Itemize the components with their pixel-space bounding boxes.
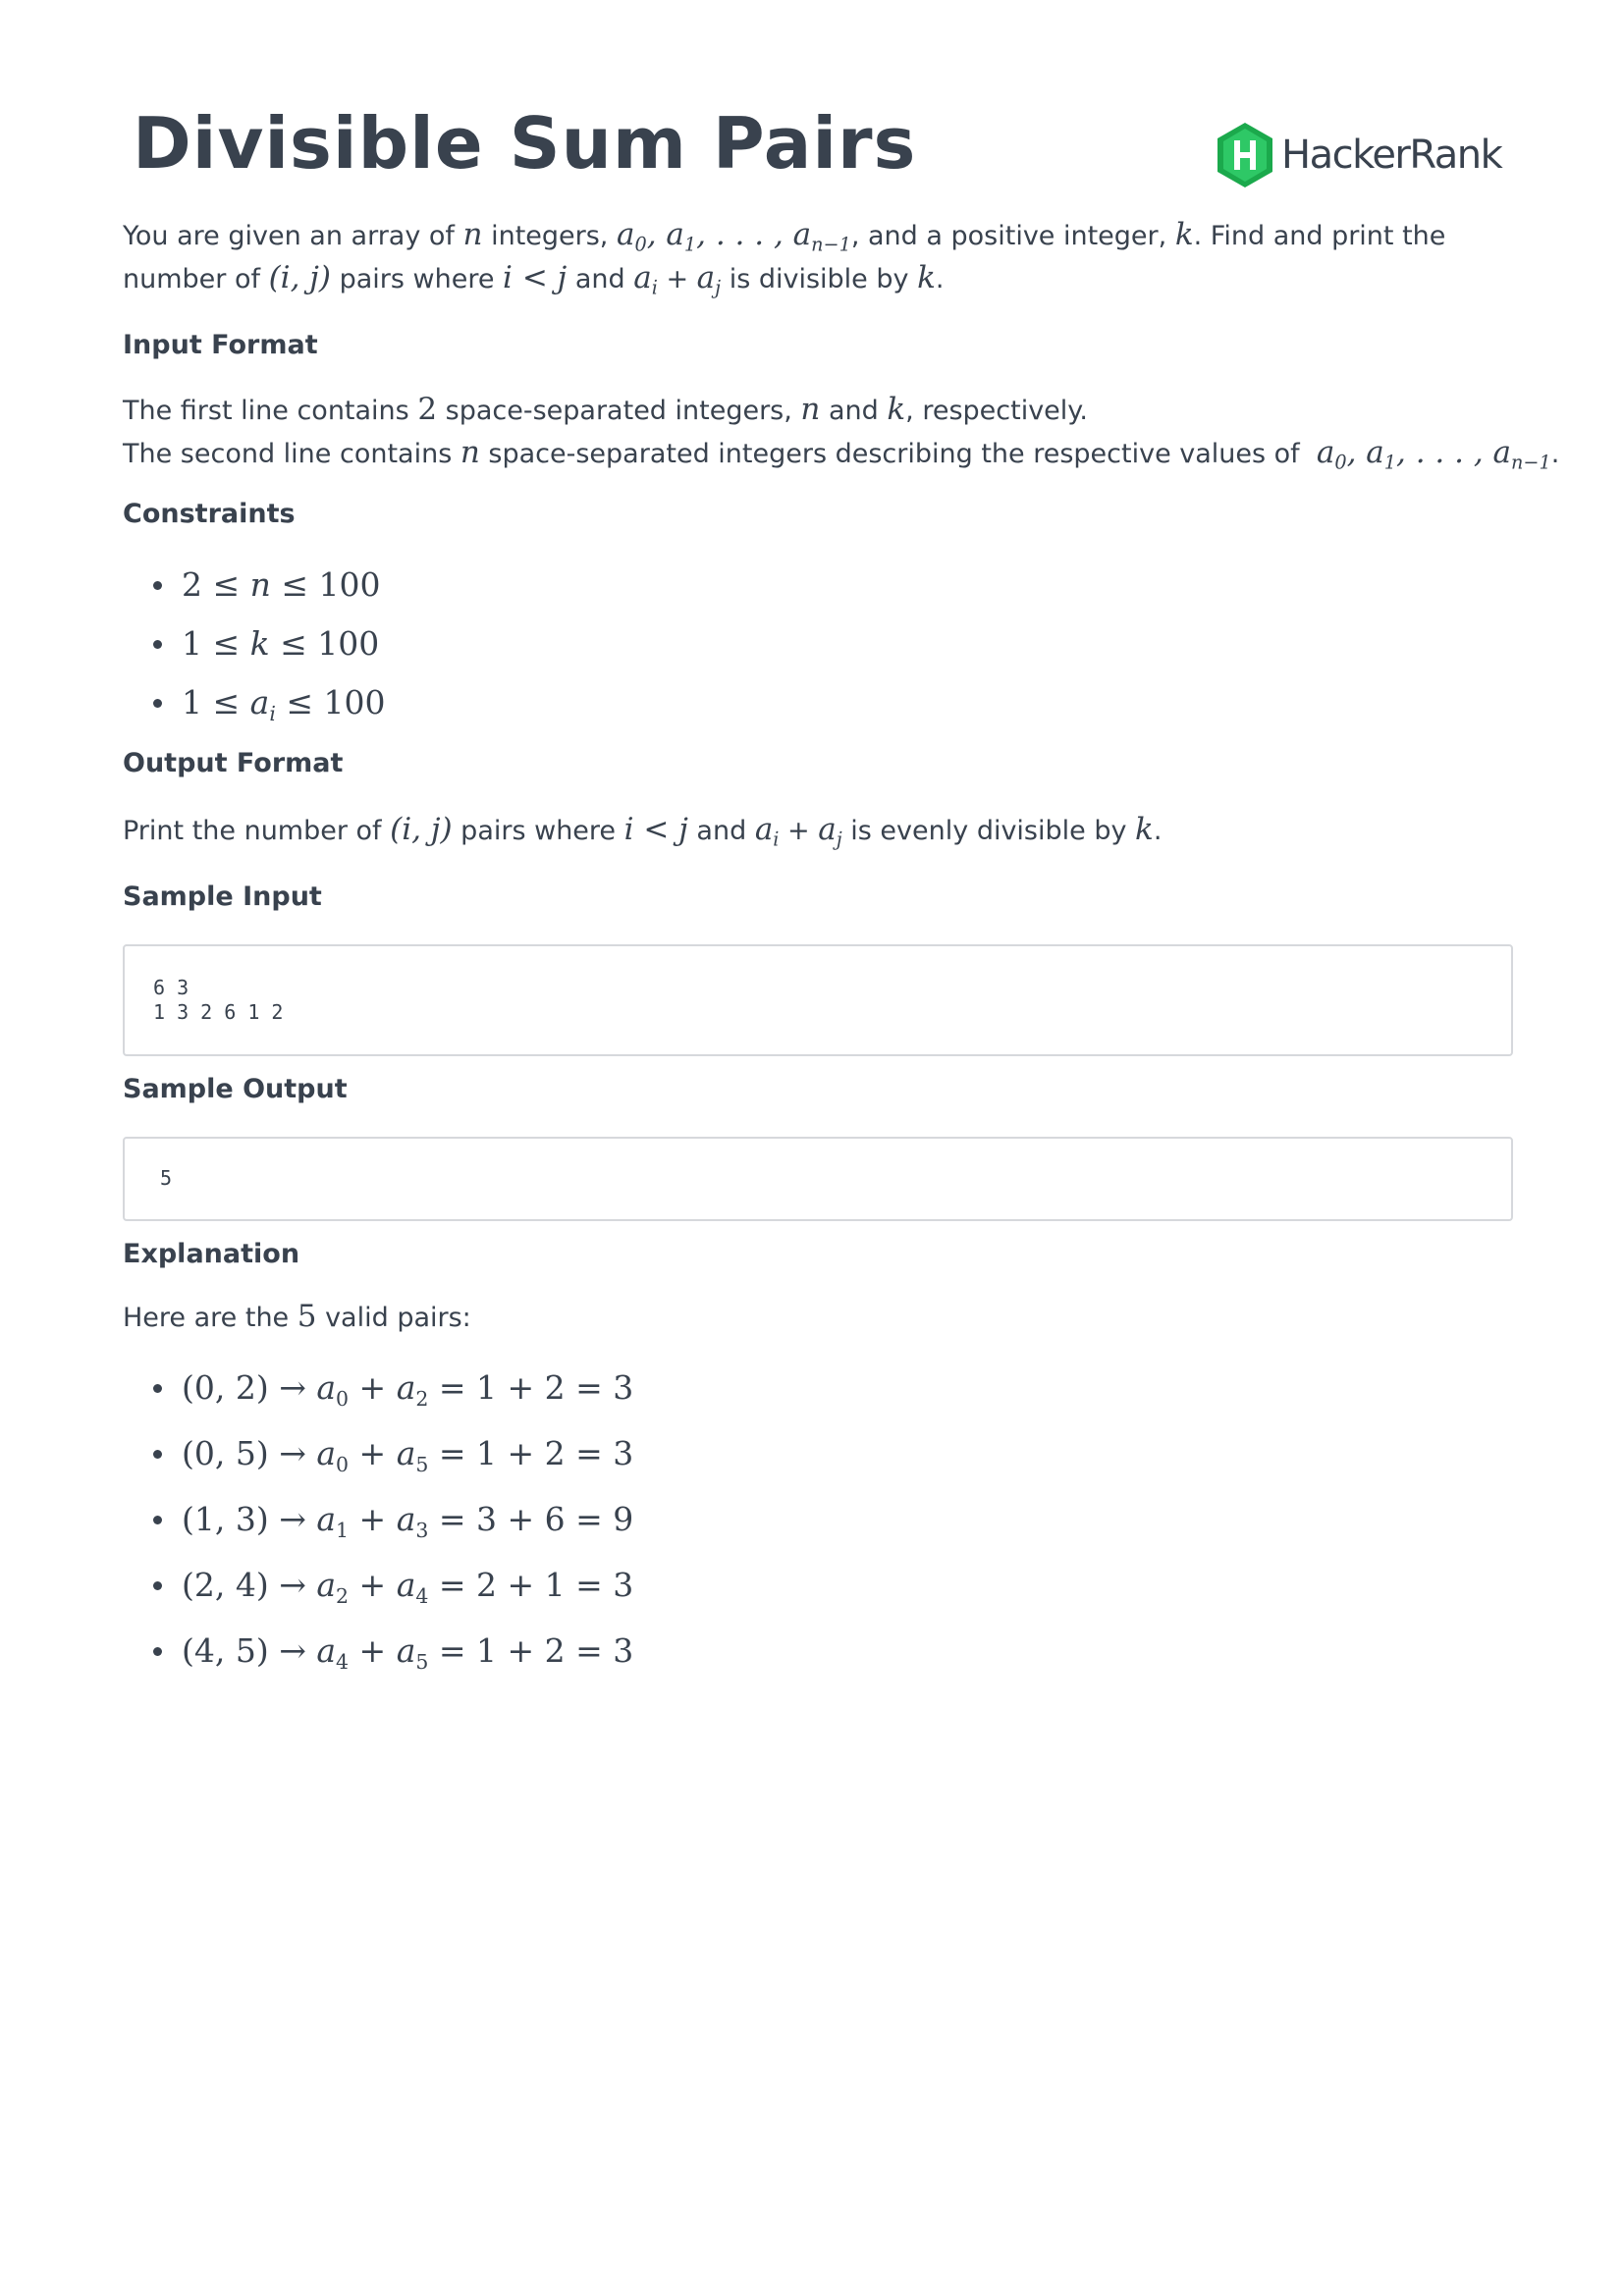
output-format-text: Print the number of (i, j) pairs where i… (123, 812, 1163, 851)
constraints-list: 2 ≤ n ≤ 100 1 ≤ k ≤ 100 1 ≤ ai ≤ 100 (123, 556, 386, 732)
constraints-heading: Constraints (123, 499, 296, 529)
pair-item: (0, 2) → a0 + a2 = 1 + 2 = 3 (123, 1355, 633, 1420)
output-format-heading: Output Format (123, 748, 344, 778)
pair-item: (2, 4) → a2 + a4 = 2 + 1 = 3 (123, 1552, 633, 1618)
sample-input-box: 6 3 1 3 2 6 1 2 (123, 944, 1513, 1056)
sample-output-heading: Sample Output (123, 1074, 348, 1104)
hackerrank-logo-text: HackerRank (1281, 133, 1503, 178)
constraint-n: 2 ≤ n ≤ 100 (123, 556, 386, 614)
sample-output-box: 5 (123, 1137, 1513, 1221)
pair-item: (4, 5) → a4 + a5 = 1 + 2 = 3 (123, 1618, 633, 1683)
sample-input-heading: Sample Input (123, 881, 322, 912)
hackerrank-logo: HackerRank (1215, 120, 1503, 190)
sample-input-line: 6 3 (153, 976, 189, 999)
problem-statement: You are given an array of n integers, a0… (123, 217, 1446, 299)
explanation-heading: Explanation (123, 1239, 300, 1269)
pair-item: (0, 5) → a0 + a5 = 1 + 2 = 3 (123, 1420, 633, 1486)
sample-input-line: 1 3 2 6 1 2 (153, 1000, 284, 1024)
pair-item: (1, 3) → a1 + a3 = 3 + 6 = 9 (123, 1486, 633, 1552)
constraint-k: 1 ≤ k ≤ 100 (123, 614, 386, 673)
input-format-heading: Input Format (123, 330, 318, 360)
page-title: Divisible Sum Pairs (133, 102, 917, 185)
sample-output-line: 5 (160, 1166, 173, 1190)
constraint-ai: 1 ≤ ai ≤ 100 (123, 673, 386, 732)
input-format-text: The first line contains 2 space-separate… (123, 392, 1560, 474)
explanation-text: Here are the 5 valid pairs: (123, 1299, 471, 1334)
pairs-list: (0, 2) → a0 + a2 = 1 + 2 = 3 (0, 5) → a0… (123, 1355, 633, 1683)
hackerrank-logo-icon (1217, 123, 1272, 187)
